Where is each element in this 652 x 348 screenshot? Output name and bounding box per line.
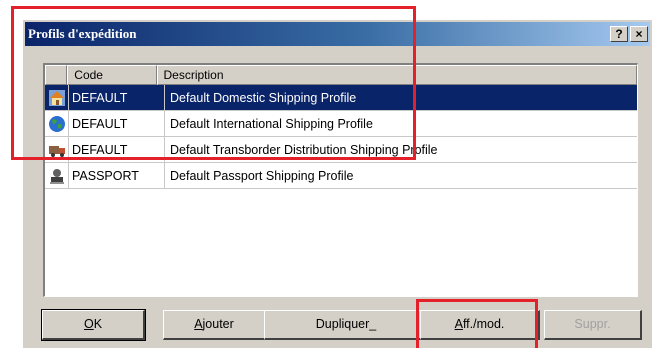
row-description: Default Passport Shipping Profile xyxy=(170,168,354,183)
list-row-domestic[interactable]: DEFAULT Default Domestic Shipping Profil… xyxy=(45,84,637,111)
list-header: Code Description xyxy=(45,65,637,85)
passport-icon xyxy=(45,162,69,189)
list-row-passport[interactable]: PASSPORT Default Passport Shipping Profi… xyxy=(45,162,637,189)
duplicate-button[interactable]: Dupliquer_ xyxy=(264,310,429,340)
column-header-icon[interactable] xyxy=(45,65,68,85)
row-code: DEFAULT xyxy=(69,84,165,111)
add-button[interactable]: Ajouter xyxy=(163,310,266,340)
shipping-profiles-dialog: Profils d'expédition ? × Code Descriptio… xyxy=(22,19,652,348)
row-description: Default Domestic Shipping Profile xyxy=(170,90,357,105)
window-title: Profils d'expédition xyxy=(28,26,137,41)
close-button[interactable]: × xyxy=(630,26,648,42)
row-code: DEFAULT xyxy=(69,110,165,137)
truck-icon xyxy=(45,136,69,163)
globe-icon xyxy=(45,110,69,137)
delete-button: Suppr. xyxy=(544,310,642,340)
column-header-code[interactable]: Code xyxy=(67,65,157,85)
help-button[interactable]: ? xyxy=(610,26,628,42)
row-description: Default International Shipping Profile xyxy=(170,116,373,131)
title-bar[interactable]: Profils d'expédition ? × xyxy=(25,22,650,46)
profiles-list[interactable]: Code Description DEFAULT Default Domesti… xyxy=(43,63,638,297)
column-header-description[interactable]: Description xyxy=(156,65,637,85)
row-code: DEFAULT xyxy=(69,136,165,163)
list-row-transborder[interactable]: DEFAULT Default Transborder Distribution… xyxy=(45,136,637,163)
list-row-international[interactable]: DEFAULT Default International Shipping P… xyxy=(45,110,637,137)
row-code: PASSPORT xyxy=(69,162,165,189)
edit-button[interactable]: Aff./mod. xyxy=(420,310,540,340)
ok-button[interactable]: OK xyxy=(41,309,146,341)
house-icon xyxy=(45,84,69,111)
row-description: Default Transborder Distribution Shippin… xyxy=(170,142,438,157)
